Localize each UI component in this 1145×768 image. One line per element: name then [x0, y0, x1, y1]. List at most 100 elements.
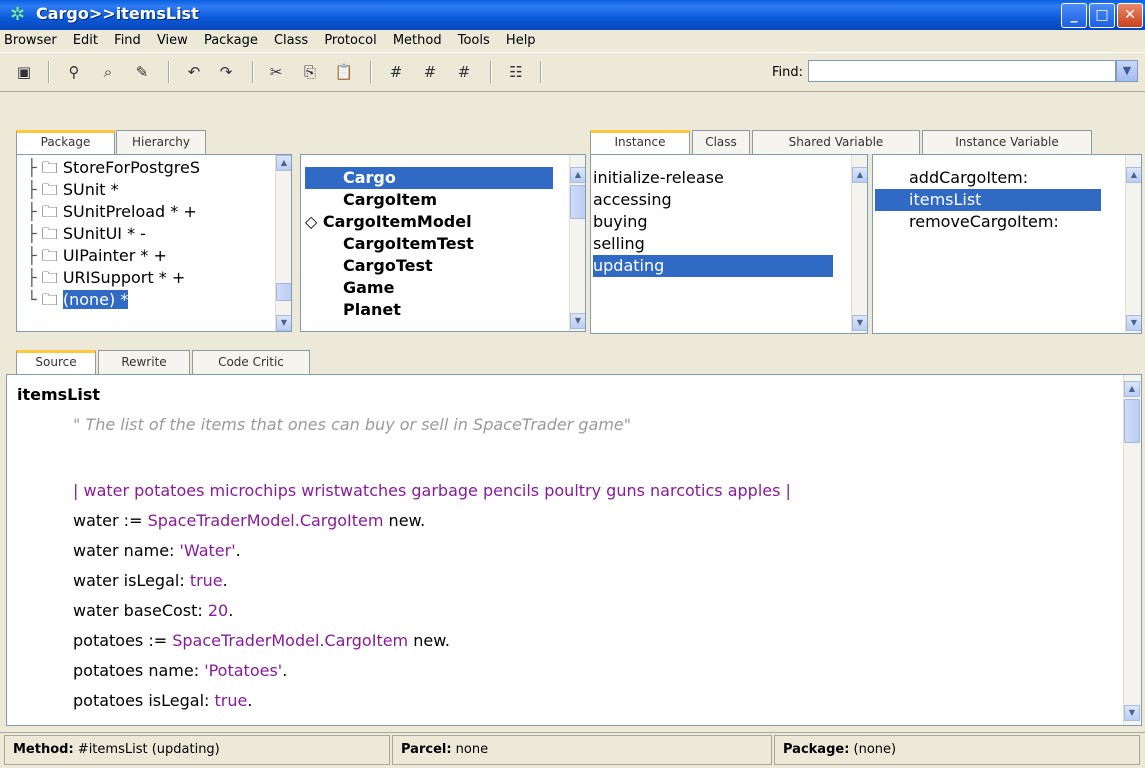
list-item[interactable]: buying: [593, 211, 648, 233]
scroll-down-button[interactable]: ▼: [276, 315, 291, 331]
find-input[interactable]: [808, 60, 1116, 82]
senders-icon[interactable]: ⌕: [96, 61, 120, 83]
tab-code-critic[interactable]: Code Critic: [192, 350, 310, 374]
menu-help[interactable]: Help: [500, 30, 542, 48]
scroll-up-button[interactable]: ▲: [852, 167, 867, 183]
class-list-scrollbar[interactable]: ▲ ▼: [569, 155, 585, 331]
toolbar-separator: [540, 61, 542, 83]
browser-view-icon[interactable]: ▣: [12, 61, 36, 83]
protocol-list[interactable]: initialize-release accessing buying sell…: [590, 154, 868, 334]
list-item[interactable]: Cargo: [305, 167, 553, 189]
list-item[interactable]: ├ 🗀 SUnitPreload * +: [27, 201, 197, 223]
scroll-down-button[interactable]: ▼: [852, 315, 867, 331]
folder-icon: 🗀: [41, 158, 58, 177]
scroll-thumb[interactable]: [276, 283, 291, 301]
folder-icon: 🗀: [41, 224, 58, 243]
tab-shared-variable[interactable]: Shared Variable: [752, 130, 920, 154]
scroll-down-button[interactable]: ▼: [570, 313, 585, 329]
method-list-scrollbar[interactable]: ▲ ▼: [1125, 155, 1141, 333]
tab-package[interactable]: Package: [16, 130, 115, 154]
menu-find[interactable]: Find: [108, 30, 147, 48]
list-item[interactable]: └ 🗀 (none) *: [27, 289, 129, 311]
menu-view[interactable]: View: [151, 30, 194, 48]
format-icon[interactable]: ☷: [504, 61, 528, 83]
list-item[interactable]: ├ 🗀 URISupport * +: [27, 267, 185, 289]
undo-icon[interactable]: ↶: [182, 61, 206, 83]
find-dropdown-button[interactable]: ▼: [1116, 60, 1138, 82]
window-title: Cargo>>itemsList: [36, 4, 199, 23]
find-class-icon[interactable]: #: [384, 61, 408, 83]
scroll-down-button[interactable]: ▼: [1124, 705, 1140, 721]
list-item[interactable]: CargoTest: [343, 255, 433, 277]
implementors-icon[interactable]: ✎: [130, 61, 154, 83]
scroll-up-button[interactable]: ▲: [570, 167, 585, 183]
find-method-icon[interactable]: #: [418, 61, 442, 83]
menu-protocol[interactable]: Protocol: [318, 30, 382, 48]
title-bar[interactable]: ✲ Cargo>>itemsList _ □ ✕: [0, 0, 1145, 30]
toolbar: ▣ ⚲ ⌕ ✎ ↶ ↷ ✂ ⎘ 📋 # # # ☷ Find: ▼: [0, 52, 1145, 92]
tab-rewrite[interactable]: Rewrite: [98, 350, 190, 374]
toolbar-separator: [48, 61, 50, 83]
scroll-thumb[interactable]: [570, 185, 585, 219]
list-item[interactable]: updating: [593, 255, 833, 277]
list-item[interactable]: CargoItem: [343, 189, 437, 211]
toolbar-separator: [370, 61, 372, 83]
toolbar-separator: [490, 61, 492, 83]
list-item[interactable]: Game: [343, 277, 394, 299]
method-comment: " The list of the items that ones can bu…: [73, 415, 632, 434]
tab-hierarchy[interactable]: Hierarchy: [116, 130, 206, 154]
source-scrollbar[interactable]: ▲ ▼: [1123, 375, 1141, 725]
find-label: Find:: [772, 65, 804, 80]
menu-class[interactable]: Class: [268, 30, 314, 48]
tab-instance[interactable]: Instance: [590, 130, 690, 154]
status-parcel: Parcel: none: [392, 735, 772, 765]
minimize-button[interactable]: _: [1061, 3, 1087, 28]
menu-method[interactable]: Method: [387, 30, 448, 48]
close-button[interactable]: ✕: [1117, 3, 1143, 28]
list-item[interactable]: accessing: [593, 189, 672, 211]
list-item[interactable]: itemsList: [875, 189, 1101, 211]
source-editor[interactable]: itemsList " The list of the items that o…: [6, 374, 1142, 726]
scroll-up-button[interactable]: ▲: [1126, 167, 1141, 183]
menu-package[interactable]: Package: [198, 30, 264, 48]
scroll-up-button[interactable]: ▲: [1124, 381, 1140, 397]
list-item[interactable]: ├ 🗀 StoreForPostgreS: [27, 157, 200, 179]
code-line: water baseCost: 20.: [73, 601, 234, 620]
list-item[interactable]: ├ 🗀 SUnit *: [27, 179, 119, 201]
folder-icon: 🗀: [41, 290, 58, 309]
find-binoculars-icon[interactable]: ⚲: [62, 61, 86, 83]
tab-source[interactable]: Source: [16, 350, 96, 374]
class-list[interactable]: Cargo CargoItem ◇ CargoItemModel CargoIt…: [300, 154, 586, 332]
menu-tools[interactable]: Tools: [452, 30, 496, 48]
tab-class[interactable]: Class: [692, 130, 750, 154]
scroll-down-button[interactable]: ▼: [1126, 315, 1141, 331]
list-item[interactable]: Planet: [343, 299, 401, 321]
list-item[interactable]: ├ 🗀 UIPainter * +: [27, 245, 167, 267]
browser-window: ✲ Cargo>>itemsList _ □ ✕ Browser Edit Fi…: [0, 0, 1145, 768]
find-variable-icon[interactable]: #: [452, 61, 476, 83]
list-item[interactable]: ├ 🗀 SUnitUI * -: [27, 223, 146, 245]
status-method: Method: #itemsList (updating): [4, 735, 390, 765]
folder-icon: 🗀: [41, 246, 58, 265]
menu-browser[interactable]: Browser: [0, 30, 63, 48]
scroll-up-button[interactable]: ▲: [276, 155, 291, 171]
list-item[interactable]: addCargoItem:: [909, 167, 1028, 189]
list-item[interactable]: ◇ CargoItemModel: [305, 211, 472, 233]
list-item[interactable]: initialize-release: [593, 167, 724, 189]
redo-icon[interactable]: ↷: [214, 61, 238, 83]
cut-icon[interactable]: ✂: [264, 61, 288, 83]
paste-icon[interactable]: 📋: [332, 61, 356, 83]
menu-edit[interactable]: Edit: [67, 30, 104, 48]
tab-instance-variable[interactable]: Instance Variable: [922, 130, 1092, 154]
scroll-thumb[interactable]: [1124, 399, 1140, 443]
protocol-list-scrollbar[interactable]: ▲ ▼: [851, 155, 867, 333]
method-list[interactable]: addCargoItem: itemsList removeCargoItem:…: [872, 154, 1142, 334]
folder-icon: 🗀: [41, 202, 58, 221]
list-item[interactable]: removeCargoItem:: [909, 211, 1059, 233]
copy-icon[interactable]: ⎘: [298, 61, 322, 83]
list-item[interactable]: CargoItemTest: [343, 233, 474, 255]
maximize-button[interactable]: □: [1089, 3, 1115, 28]
package-list-scrollbar[interactable]: ▲ ▼: [275, 155, 291, 331]
list-item[interactable]: selling: [593, 233, 645, 255]
package-list[interactable]: ├ 🗀 StoreForPostgreS ├ 🗀 SUnit * ├ 🗀 SUn…: [16, 154, 292, 332]
